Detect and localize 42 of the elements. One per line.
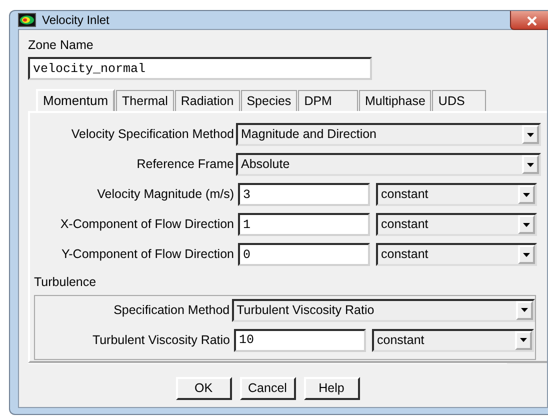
dropdown[interactable]: constant [372, 328, 534, 352]
dropdown-arrow-icon [521, 308, 528, 312]
field-label: Specification Method [112, 302, 231, 319]
section-title: Turbulence [34, 274, 98, 291]
field-label: Velocity Magnitude (m/s) [96, 186, 235, 204]
dropdown[interactable]: constant [376, 183, 537, 206]
tab[interactable]: Species [240, 90, 298, 111]
dropdown[interactable]: Absolute [236, 153, 541, 176]
zone-name-field[interactable]: velocity_normal [28, 57, 372, 80]
dialog-button[interactable]: OK [176, 377, 232, 400]
field-label: Turbulent Viscosity Ratio [91, 332, 231, 349]
dropdown-arrow-icon [523, 252, 530, 256]
tab[interactable]: DPM [298, 90, 358, 111]
dropdown-arrow-icon [523, 222, 530, 226]
dropdown[interactable]: Turbulent Viscosity Ratio [232, 298, 535, 322]
field-label: Velocity Specification Method [70, 126, 235, 144]
tab[interactable]: Radiation [174, 90, 240, 111]
dropdown[interactable]: Magnitude and Direction [236, 123, 541, 146]
value-field[interactable]: 10 [234, 328, 366, 352]
dropdown-arrow-icon [527, 162, 534, 166]
field-label: X-Component of Flow Direction [59, 216, 235, 234]
dropdown[interactable]: constant [376, 243, 537, 266]
value-field[interactable]: 3 [238, 183, 370, 206]
tab[interactable]: UDS [432, 90, 486, 111]
tab[interactable]: Thermal [116, 90, 174, 111]
close-button[interactable] [510, 11, 548, 30]
close-icon [527, 16, 537, 26]
dropdown-arrow-icon [523, 192, 530, 196]
dropdown[interactable]: constant [376, 213, 537, 236]
tab[interactable]: Momentum [36, 89, 116, 111]
field-label: Reference Frame [136, 156, 235, 174]
dialog-button[interactable]: Help [304, 377, 360, 400]
value-field[interactable]: 1 [238, 213, 370, 236]
field-label: Y-Component of Flow Direction [60, 246, 235, 264]
dialog-button[interactable]: Cancel [240, 377, 296, 400]
value-field[interactable]: 0 [238, 243, 370, 266]
app-icon [18, 13, 36, 28]
window-title: Velocity Inlet [42, 12, 110, 30]
tab[interactable]: Multiphase [358, 90, 432, 111]
dropdown-arrow-icon [527, 132, 534, 136]
field-label: Zone Name [28, 37, 94, 54]
dropdown-arrow-icon [520, 338, 527, 342]
